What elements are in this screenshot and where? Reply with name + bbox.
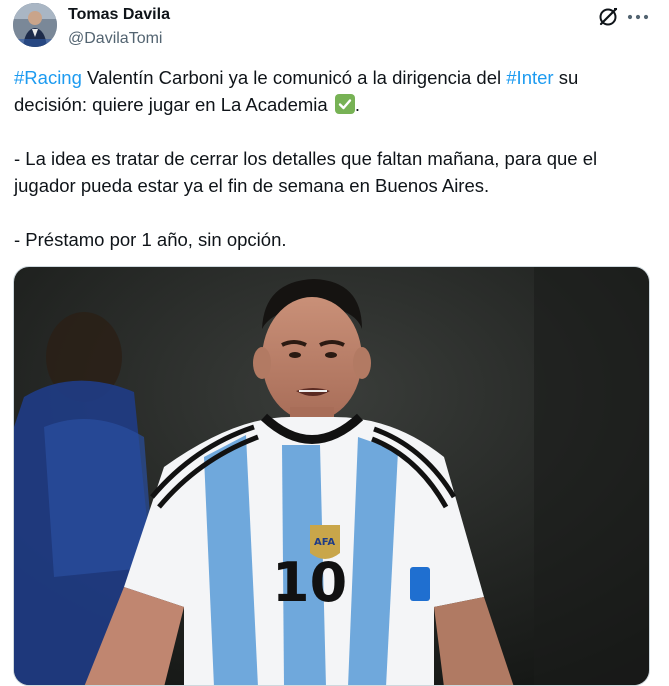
- grok-button[interactable]: [597, 6, 619, 28]
- author-display-name[interactable]: Tomas Davila: [68, 5, 170, 25]
- avatar-photo-icon: [13, 3, 57, 47]
- hashtag-inter[interactable]: #Inter: [506, 67, 553, 88]
- tweet-paragraph-1: #Racing Valentín Carboni ya le comunicó …: [14, 64, 654, 118]
- author-handle[interactable]: @DavilaTomi: [68, 29, 170, 49]
- grok-icon: [599, 7, 618, 26]
- photo-icon: 10 AFA: [14, 267, 649, 685]
- tweet-media-photo[interactable]: 10 AFA: [13, 266, 650, 686]
- check-mark-button-emoji-icon: [334, 94, 355, 114]
- tweet-paragraph-2: - La idea es tratar de cerrar los detall…: [14, 148, 598, 196]
- author-info: Tomas Davila @DavilaTomi: [68, 5, 170, 49]
- tweet-paragraph-3: - Préstamo por 1 año, sin opción.: [14, 229, 287, 250]
- tweet-text: #Racing Valentín Carboni ya le comunicó …: [14, 64, 654, 253]
- badge-text: AFA: [314, 537, 335, 548]
- more-icon: [627, 14, 649, 20]
- more-options-button[interactable]: [626, 6, 650, 28]
- shirt-number: 10: [272, 551, 347, 614]
- tweet-card[interactable]: Tomas Davila @DavilaTomi #Racing Valentí…: [0, 0, 669, 686]
- tweet-text-segment: Valentín Carboni ya le comunicó a la dir…: [81, 67, 507, 88]
- author-avatar[interactable]: [13, 3, 57, 47]
- hashtag-racing[interactable]: #Racing: [14, 67, 82, 88]
- tweet-text-segment: .: [354, 94, 360, 115]
